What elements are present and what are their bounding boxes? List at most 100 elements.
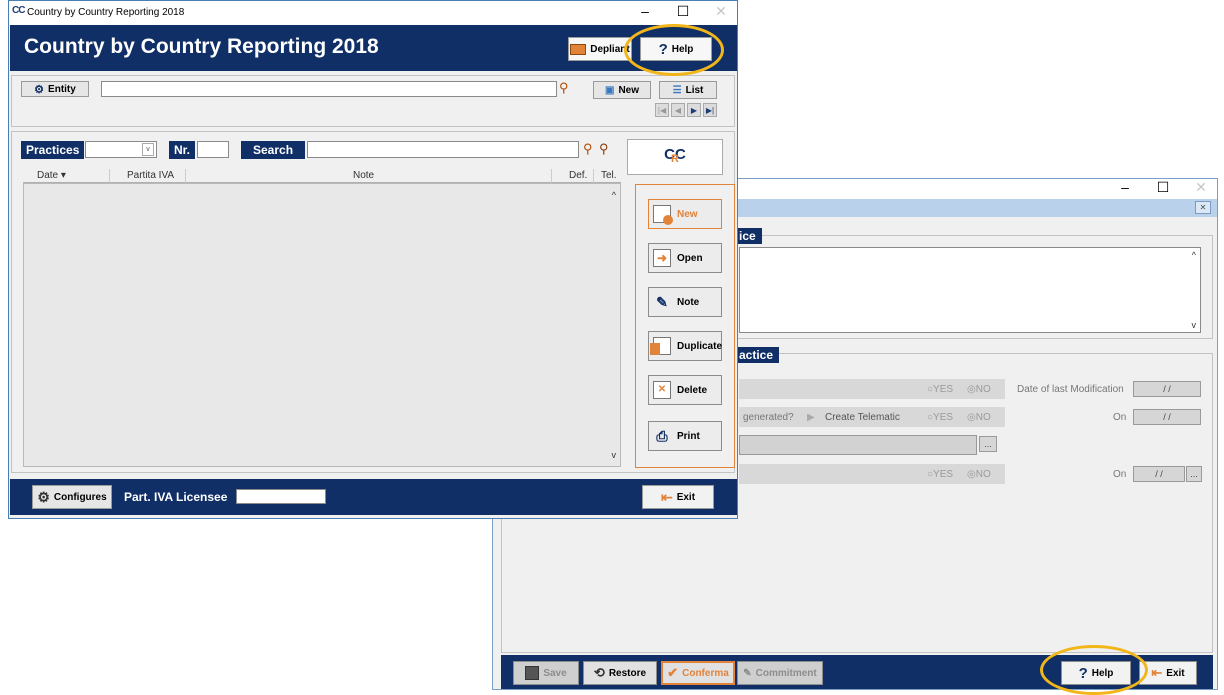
radio-no-3[interactable]: ◎NO — [967, 469, 991, 480]
group2-title: actice — [733, 347, 780, 363]
radio-no-1[interactable]: ◎NO — [967, 384, 991, 395]
maximize-button[interactable]: ☐ — [1153, 179, 1173, 196]
minimize-button[interactable]: – — [635, 3, 655, 19]
main-footer: ⚙ Configures Part. IVA Licensee ⇤ Exit — [10, 479, 737, 515]
help-highlight-ring-2 — [1040, 645, 1148, 695]
radio-no-2[interactable]: ◎NO — [967, 412, 991, 423]
new-practice-button[interactable]: New — [648, 199, 722, 229]
date-mod-label: Date of last Modification — [1017, 384, 1124, 395]
date-mod-field[interactable]: / / — [1133, 381, 1201, 397]
delete-button[interactable]: ✕ Delete — [648, 375, 722, 405]
radio-yes-3[interactable]: ○YES — [927, 469, 953, 480]
add-doc-icon — [653, 205, 673, 225]
printer-icon: ⎙ — [656, 428, 668, 444]
gear-icon: ⚙ — [34, 83, 45, 96]
exit-button[interactable]: ⇤ Exit — [642, 485, 714, 509]
first-record-icon[interactable]: |◀ — [655, 103, 669, 117]
depliant-button[interactable]: Depliant — [568, 37, 632, 61]
search-icon[interactable]: ⚲ — [583, 141, 593, 157]
col-def[interactable]: Def. — [569, 169, 587, 183]
licensee-input[interactable] — [236, 489, 326, 504]
book-icon — [570, 43, 587, 55]
row-4 — [739, 464, 1005, 484]
advanced-search-icon[interactable]: ⚲ — [599, 141, 609, 157]
main-titlebar: CC Country by Country Reporting 2018 – ☐… — [9, 1, 737, 25]
browse-button-1[interactable]: ... — [979, 436, 997, 452]
sort-down-icon: ▾ — [60, 170, 66, 181]
delete-icon: ✕ — [653, 381, 671, 399]
configures-button[interactable]: ⚙ Configures — [32, 485, 112, 509]
prev-record-icon[interactable]: ◀ — [671, 103, 685, 117]
last-record-icon[interactable]: ▶| — [703, 103, 717, 117]
app-icon: CC — [12, 5, 25, 16]
note-button[interactable]: ✎ Note — [648, 287, 722, 317]
next-record-icon[interactable]: ▶ — [687, 103, 701, 117]
open-button[interactable]: ➜ Open — [648, 243, 722, 273]
floppy-icon — [525, 666, 540, 680]
licensee-label: Part. IVA Licensee — [124, 490, 228, 504]
col-note[interactable]: Note — [353, 169, 374, 183]
pushpin-icon: ✎ — [656, 294, 668, 310]
gear-icon: ⚙ — [37, 488, 50, 505]
entity-input[interactable] — [101, 81, 557, 97]
commitment-button[interactable]: ✎ Commitment — [737, 661, 823, 685]
main-window: CC Country by Country Reporting 2018 – ☐… — [8, 0, 738, 519]
restore-icon: ⟲ — [593, 665, 605, 680]
row-3-field[interactable] — [739, 435, 977, 455]
close-button[interactable]: ✕ — [1191, 179, 1211, 196]
col-date[interactable]: Date ▾ — [37, 169, 66, 183]
print-button[interactable]: ⎙ Print — [648, 421, 722, 451]
nr-label: Nr. — [169, 141, 196, 159]
duplicate-icon — [650, 337, 671, 355]
col-partita-iva[interactable]: Partita IVA — [127, 169, 174, 183]
create-telematic-label: Create Telematic — [825, 412, 900, 423]
browse-button-2[interactable]: ... — [1186, 466, 1202, 482]
practice-note-textarea[interactable]: ^ v — [739, 247, 1201, 333]
window-title: Country by Country Reporting 2018 — [27, 7, 185, 18]
search-input[interactable] — [307, 141, 579, 158]
radio-yes-2[interactable]: ○YES — [927, 412, 953, 423]
generated-label: generated? — [743, 412, 794, 423]
practices-label: Practices — [21, 141, 85, 159]
on-date-field-2[interactable]: / / — [1133, 466, 1185, 482]
practices-select[interactable]: v — [85, 141, 157, 158]
conferma-button[interactable]: ✔ Conferma — [661, 661, 735, 685]
arrow-icon: ▶ — [807, 412, 815, 423]
nr-input[interactable] — [197, 141, 229, 158]
radio-yes-1[interactable]: ○YES — [927, 384, 953, 395]
scroll-down-icon[interactable]: v — [612, 450, 617, 460]
scroll-down-icon[interactable]: v — [1192, 320, 1197, 330]
help-highlight-ring — [624, 24, 724, 76]
save-button[interactable]: Save — [513, 661, 579, 685]
row-1 — [739, 379, 1005, 399]
search-icon[interactable]: ⚲ — [559, 80, 569, 96]
restore-button[interactable]: ⟲ Restore — [583, 661, 657, 685]
col-tel[interactable]: Tel. — [601, 169, 617, 183]
close-button[interactable]: ✕ — [711, 3, 731, 20]
scroll-up-icon[interactable]: ^ — [1192, 250, 1196, 260]
duplicate-button[interactable]: Duplicate — [648, 331, 722, 361]
on-label-2: On — [1113, 469, 1127, 480]
logo-r: R — [671, 153, 679, 165]
list-icon: ☰ — [672, 84, 682, 96]
maximize-button[interactable]: ☐ — [673, 3, 693, 20]
action-panel: New ➜ Open ✎ Note Duplicate ✕ Delete ⎙ Print — [635, 184, 735, 468]
scroll-up-icon[interactable]: ^ — [612, 190, 616, 200]
add-doc-icon: ▣ — [604, 84, 615, 96]
exit-button-practice[interactable]: ⇤ Exit — [1139, 661, 1197, 685]
logo-box: CC R — [627, 139, 723, 175]
on-date-field-1[interactable]: / / — [1133, 409, 1201, 425]
entity-button[interactable]: ⚙ Entity — [21, 81, 89, 97]
chevron-down-icon[interactable]: v — [142, 143, 154, 156]
open-icon: ➜ — [653, 249, 671, 267]
new-entity-button[interactable]: ▣ New — [593, 81, 651, 99]
checkmark-icon: ✔ — [667, 665, 679, 680]
inner-close-icon[interactable]: ✕ — [1195, 201, 1211, 214]
minimize-button[interactable]: – — [1115, 179, 1135, 195]
practices-list[interactable]: ^ v — [23, 183, 621, 467]
list-button[interactable]: ☰ List — [659, 81, 717, 99]
search-label: Search — [241, 141, 306, 159]
on-label-1: On — [1113, 412, 1127, 423]
exit-icon: ⇤ — [660, 488, 673, 505]
list-header: Date ▾ Partita IVA Note Def. Tel. — [23, 169, 621, 183]
